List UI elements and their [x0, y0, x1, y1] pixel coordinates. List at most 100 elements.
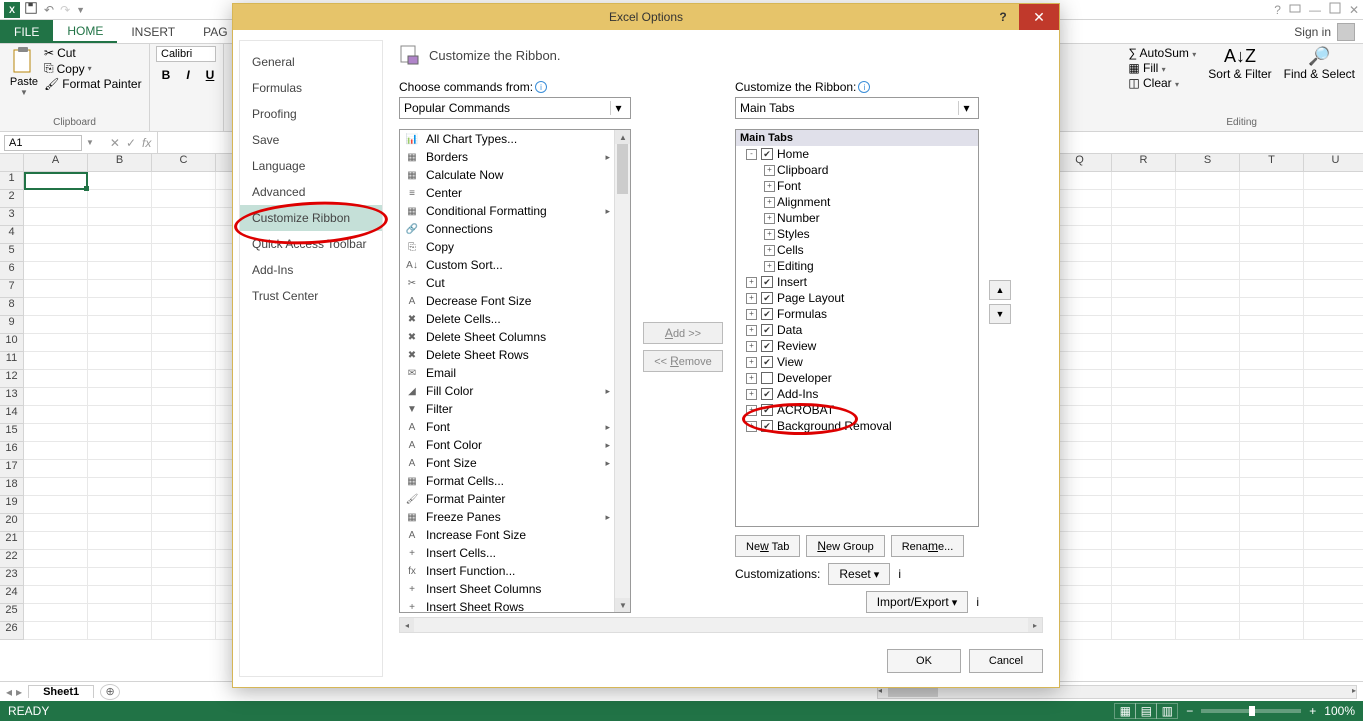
tree-item[interactable]: +Alignment — [736, 194, 978, 210]
cell[interactable] — [1112, 280, 1176, 298]
cell[interactable] — [1304, 298, 1363, 316]
cell[interactable] — [88, 172, 152, 190]
row-header[interactable]: 11 — [0, 352, 24, 370]
sheet-nav-next-icon[interactable]: ▸ — [16, 685, 22, 699]
cell[interactable] — [88, 478, 152, 496]
minimize-icon[interactable]: — — [1309, 3, 1321, 17]
cell[interactable] — [1176, 622, 1240, 640]
cell[interactable] — [24, 622, 88, 640]
command-item[interactable]: 📊All Chart Types... — [400, 130, 614, 148]
sidebar-item-advanced[interactable]: Advanced — [240, 179, 382, 205]
cell[interactable] — [1112, 172, 1176, 190]
command-item[interactable]: ✖Delete Cells... — [400, 310, 614, 328]
cell[interactable] — [152, 280, 216, 298]
tree-item[interactable]: +✔ACROBAT — [736, 402, 978, 418]
cell[interactable] — [152, 172, 216, 190]
tree-item[interactable]: +Clipboard — [736, 162, 978, 178]
sidebar-item-quick-access-toolbar[interactable]: Quick Access Toolbar — [240, 231, 382, 257]
row-header[interactable]: 5 — [0, 244, 24, 262]
bold-button[interactable]: B — [156, 65, 176, 85]
zoom-in-button[interactable]: + — [1309, 704, 1316, 718]
tree-item[interactable]: +Styles — [736, 226, 978, 242]
cell[interactable] — [1112, 460, 1176, 478]
cell[interactable] — [1176, 226, 1240, 244]
row-header[interactable]: 1 — [0, 172, 24, 190]
signin-link[interactable]: Sign in — [1294, 25, 1331, 39]
cell[interactable] — [24, 478, 88, 496]
move-up-button[interactable]: ▲ — [989, 280, 1011, 300]
tree-toggle-icon[interactable]: + — [746, 293, 757, 304]
tree-toggle-icon[interactable]: + — [746, 389, 757, 400]
cell[interactable] — [1112, 514, 1176, 532]
cell[interactable] — [88, 262, 152, 280]
cell[interactable] — [1112, 604, 1176, 622]
cell[interactable] — [1240, 442, 1304, 460]
cell[interactable] — [88, 406, 152, 424]
dialog-close-button[interactable]: ✕ — [1019, 4, 1059, 30]
tree-toggle-icon[interactable]: + — [764, 181, 775, 192]
cell[interactable] — [152, 226, 216, 244]
cell[interactable] — [24, 532, 88, 550]
cell[interactable] — [1176, 244, 1240, 262]
command-item[interactable]: ▦Freeze Panes▸ — [400, 508, 614, 526]
cell[interactable] — [1112, 226, 1176, 244]
cell[interactable] — [1112, 532, 1176, 550]
sidebar-item-trust-center[interactable]: Trust Center — [240, 283, 382, 309]
clear-button[interactable]: ◫ Clear ▾ — [1128, 76, 1196, 90]
command-item[interactable]: AFont▸ — [400, 418, 614, 436]
tree-item[interactable]: +Editing — [736, 258, 978, 274]
commands-scrollbar[interactable]: ▲ ▼ — [614, 130, 630, 612]
cell[interactable] — [24, 388, 88, 406]
command-item[interactable]: AFont Color▸ — [400, 436, 614, 454]
cell[interactable] — [152, 208, 216, 226]
cell[interactable] — [1240, 478, 1304, 496]
tree-toggle-icon[interactable]: + — [746, 357, 757, 368]
tree-checkbox[interactable]: ✔ — [761, 148, 773, 160]
row-header[interactable]: 18 — [0, 478, 24, 496]
cell[interactable] — [1176, 550, 1240, 568]
cell[interactable] — [1240, 514, 1304, 532]
maximize-icon[interactable] — [1329, 2, 1341, 17]
cell[interactable] — [152, 496, 216, 514]
new-tab-button[interactable]: New Tab — [735, 535, 800, 557]
cell[interactable] — [88, 298, 152, 316]
info-icon[interactable]: i — [858, 81, 870, 93]
cell[interactable] — [24, 208, 88, 226]
cell[interactable] — [24, 460, 88, 478]
cell[interactable] — [1112, 298, 1176, 316]
command-item[interactable]: AIncrease Font Size — [400, 526, 614, 544]
cell[interactable] — [88, 604, 152, 622]
cell[interactable] — [1304, 190, 1363, 208]
row-header[interactable]: 8 — [0, 298, 24, 316]
row-header[interactable]: 22 — [0, 550, 24, 568]
cell[interactable] — [1176, 406, 1240, 424]
cell[interactable] — [1176, 172, 1240, 190]
cell[interactable] — [1176, 388, 1240, 406]
cell[interactable] — [1240, 352, 1304, 370]
tree-item[interactable]: +✔Background Removal — [736, 418, 978, 434]
tree-toggle-icon[interactable]: + — [746, 405, 757, 416]
cell[interactable] — [1304, 568, 1363, 586]
underline-button[interactable]: U — [200, 65, 220, 85]
cell[interactable] — [1304, 586, 1363, 604]
cell[interactable] — [1304, 280, 1363, 298]
cell[interactable] — [88, 586, 152, 604]
cell[interactable] — [1176, 280, 1240, 298]
tree-item[interactable]: -✔Home — [736, 146, 978, 162]
row-header[interactable]: 16 — [0, 442, 24, 460]
tree-item[interactable]: +Developer — [736, 370, 978, 386]
cell[interactable] — [1304, 460, 1363, 478]
cell[interactable] — [152, 316, 216, 334]
tree-item[interactable]: +✔View — [736, 354, 978, 370]
tree-toggle-icon[interactable]: + — [746, 277, 757, 288]
cell[interactable] — [1176, 604, 1240, 622]
cell[interactable] — [24, 586, 88, 604]
tree-item[interactable]: +✔Add-Ins — [736, 386, 978, 402]
reset-button[interactable]: Reset ▾ — [828, 563, 890, 585]
cell[interactable] — [24, 424, 88, 442]
cell[interactable] — [88, 514, 152, 532]
dialog-hscrollbar[interactable]: ◂ ▸ — [399, 617, 1043, 633]
choose-commands-dropdown[interactable]: Popular Commands ▾ — [399, 97, 631, 119]
cell[interactable] — [152, 460, 216, 478]
tree-checkbox[interactable]: ✔ — [761, 308, 773, 320]
